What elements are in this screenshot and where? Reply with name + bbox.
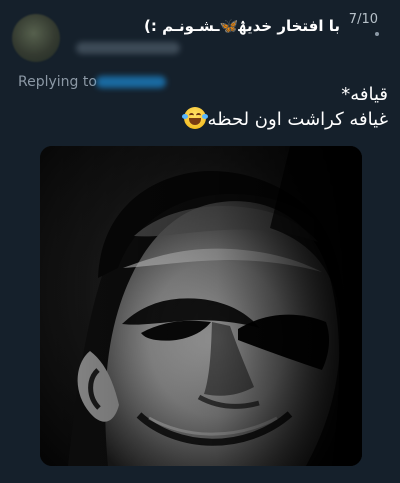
display-name[interactable]: با افتخار خدیۿ🦋ـشـونـم :) — [144, 17, 340, 35]
tweet-text-line-2-text: غیافه کراشت اون لحظه — [207, 109, 388, 130]
face-with-tears-of-joy-icon — [181, 107, 208, 129]
avatar[interactable] — [12, 14, 60, 62]
butterfly-icon: 🦋 — [219, 17, 239, 35]
display-name-suffix: ـشـونـم :) — [144, 17, 220, 35]
more-options-icon[interactable] — [375, 32, 379, 36]
thread-counter: 7/10 — [348, 12, 378, 27]
tweet-image[interactable] — [40, 146, 362, 466]
tweet-text-line-1: قیافه* — [341, 84, 388, 105]
display-name-text: با افتخار خدیۿ — [238, 17, 340, 35]
tweet-text: قیافه* غیافه کراشت اون لحظه — [48, 82, 388, 132]
tweet-card[interactable]: با افتخار خدیۿ🦋ـشـونـم :) 7/10 Replying … — [0, 0, 400, 483]
meme-image — [40, 146, 362, 466]
blurred-username — [76, 42, 180, 54]
tweet-text-line-2: غیافه کراشت اون لحظه — [48, 107, 388, 132]
